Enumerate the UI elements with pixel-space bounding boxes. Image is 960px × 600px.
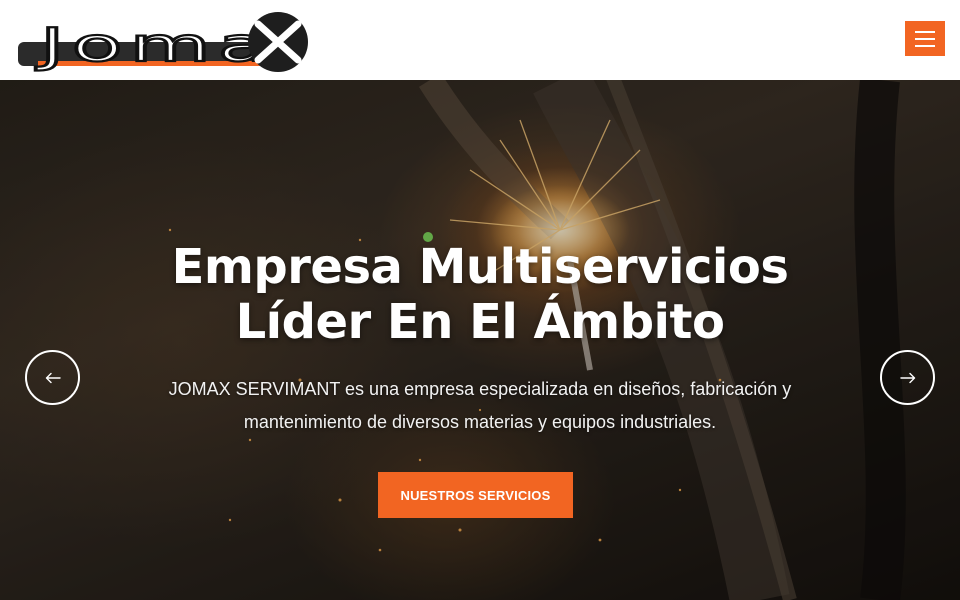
arrow-left-icon [45,372,61,383]
hero-description-line: JOMAX SERVIMANT es una empresa especiali… [168,379,792,399]
hamburger-icon[interactable] [905,21,945,56]
slider-prev-button[interactable] [25,350,80,405]
slider-next-button[interactable] [880,350,935,405]
hero-title: Empresa Multiservicios Líder En El Ámbit… [80,240,880,350]
hero-description-line: mantenimiento de diversos materias y equ… [243,412,717,432]
site-header: Joma [0,0,960,80]
hero-title-line: Líder En El Ámbito [235,294,725,350]
hero-description: JOMAX SERVIMANT es una empresa especiali… [140,373,820,439]
hamburger-line [915,44,935,47]
jomax-logo[interactable]: Joma [18,12,318,74]
hero-title-line: Empresa Multiservicios [171,239,789,295]
arrow-right-icon [899,372,915,383]
hero-content: Empresa Multiservicios Líder En El Ámbit… [0,80,960,600]
svg-text:Joma: Joma [35,18,276,72]
hamburger-line [915,30,935,33]
nuestros-servicios-button[interactable]: NUESTROS SERVICIOS [378,472,573,518]
hamburger-line [915,37,935,40]
hero-slider: Empresa Multiservicios Líder En El Ámbit… [0,80,960,600]
